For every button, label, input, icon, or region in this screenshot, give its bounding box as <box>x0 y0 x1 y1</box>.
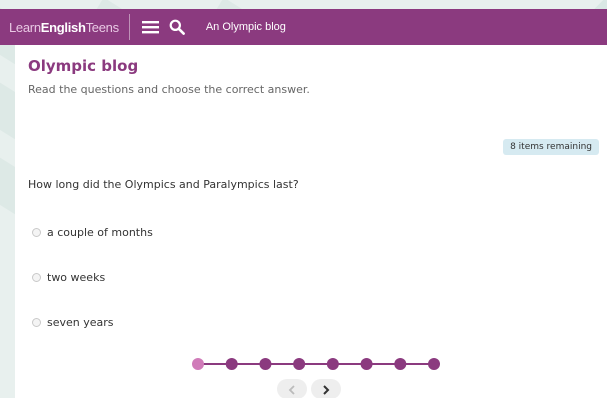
instructions: Read the questions and choose the correc… <box>28 83 310 96</box>
quiz-card: Olympic blog Read the questions and choo… <box>15 45 607 398</box>
progress-dot-8[interactable] <box>428 358 440 370</box>
progress-dot-7[interactable] <box>394 358 407 370</box>
answer-option-1[interactable]: a couple of months <box>32 226 153 239</box>
question-progress <box>192 358 440 370</box>
progress-dot-4[interactable] <box>293 358 306 370</box>
radio-button[interactable] <box>32 273 41 282</box>
answer-option-label: a couple of months <box>47 226 153 239</box>
progress-dot-2[interactable] <box>225 358 238 370</box>
answer-option-label: two weeks <box>47 271 106 284</box>
menu-icon[interactable] <box>142 18 160 36</box>
page-title: Olympic blog <box>28 57 139 75</box>
logo-learn: Learn <box>9 19 41 35</box>
progress-dot-3[interactable] <box>259 358 272 370</box>
chevron-left-icon <box>288 380 296 398</box>
logo-teens: Teens <box>85 19 120 35</box>
progress-dot-5[interactable] <box>326 358 339 370</box>
answer-option-label: seven years <box>47 316 114 329</box>
search-icon[interactable] <box>168 18 186 36</box>
answer-option-2[interactable]: two weeks <box>32 271 105 284</box>
question-text: How long did the Olympics and Paralympic… <box>28 178 299 191</box>
question-navigation <box>277 379 341 398</box>
page: LearnEnglishTeens An Olympic blog Olympi… <box>0 0 607 398</box>
previous-button[interactable] <box>277 379 307 398</box>
logo-english: English <box>40 19 86 35</box>
radio-button[interactable] <box>32 318 41 327</box>
progress-dot-1[interactable] <box>192 358 204 370</box>
progress-dot-6[interactable] <box>360 358 373 370</box>
radio-button[interactable] <box>32 228 41 237</box>
site-logo[interactable]: LearnEnglishTeens <box>0 20 119 35</box>
header-divider <box>128 14 130 40</box>
next-button[interactable] <box>311 379 341 398</box>
header-bar: LearnEnglishTeens An Olympic blog <box>0 9 607 45</box>
header-title[interactable]: An Olympic blog <box>206 21 286 33</box>
items-remaining-badge: 8 items remaining <box>503 139 599 155</box>
answer-option-3[interactable]: seven years <box>32 316 114 329</box>
chevron-right-icon <box>322 380 330 398</box>
